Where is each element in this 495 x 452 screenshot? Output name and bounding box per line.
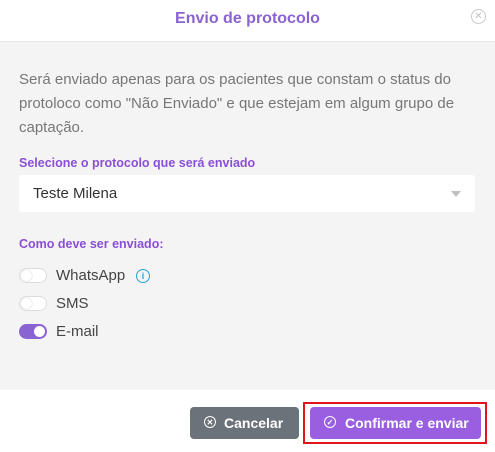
modal-body: Será enviado apenas para os pacientes qu… xyxy=(0,42,495,390)
cancel-button[interactable]: ✕ Cancelar xyxy=(190,407,299,439)
modal-header: Envio de protocolo ✕ xyxy=(0,0,495,42)
email-toggle[interactable] xyxy=(19,324,47,339)
whatsapp-label: WhatsApp xyxy=(56,267,126,284)
send-protocol-modal: Envio de protocolo ✕ Será enviado apenas… xyxy=(0,0,495,452)
sms-toggle[interactable] xyxy=(19,296,47,311)
info-icon[interactable]: i xyxy=(136,269,150,283)
chevron-down-icon xyxy=(451,191,461,197)
modal-title: Envio de protocolo xyxy=(175,10,320,27)
close-icon[interactable]: ✕ xyxy=(471,9,486,24)
description-text: Será enviado apenas para os pacientes qu… xyxy=(19,71,455,136)
protocol-select[interactable]: Teste Milena xyxy=(19,175,475,212)
cancel-icon: ✕ xyxy=(204,416,216,428)
whatsapp-toggle[interactable] xyxy=(19,268,47,283)
send-method-label: Como deve ser enviado: xyxy=(19,237,164,251)
cancel-button-label: Cancelar xyxy=(224,415,284,431)
sms-label: SMS xyxy=(56,295,89,312)
protocol-select-value: Teste Milena xyxy=(33,185,118,202)
confirm-button-highlight xyxy=(303,402,487,444)
email-label: E-mail xyxy=(56,323,99,340)
protocol-select-label: Selecione o protocolo que será enviado xyxy=(19,156,256,170)
